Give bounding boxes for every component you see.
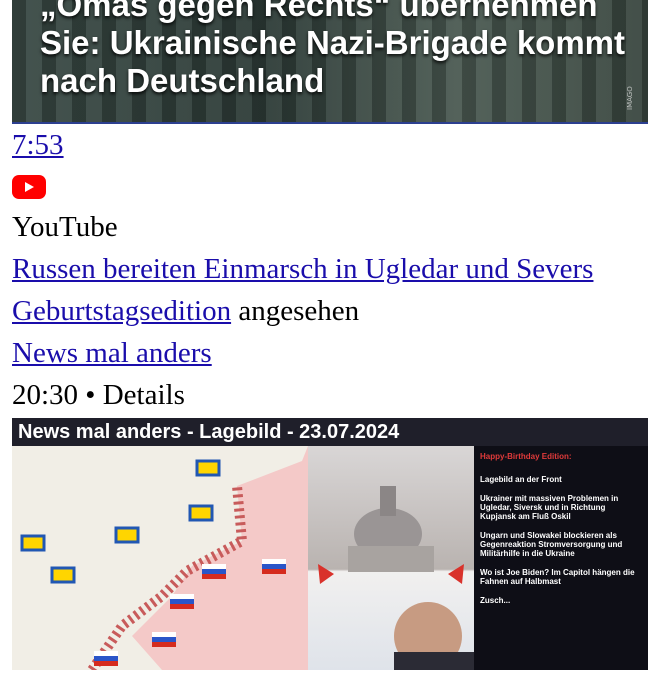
history-channel-link[interactable]: Geburtstagsedition: [12, 295, 231, 327]
next-item-meta: 20:30 • Details: [12, 379, 185, 411]
sidebar-point: Zusch...: [480, 596, 511, 605]
next-item-row: News mal anders: [12, 332, 648, 374]
thumbnail-title-bar: News mal anders - Lagebild - 23.07.2024: [12, 418, 648, 446]
platform-icon-row: [12, 166, 648, 206]
sidebar-header: Happy-Birthday Edition:: [480, 452, 572, 461]
video-duration-link[interactable]: 7:53: [12, 129, 64, 161]
sidebar-point: Wo ist Joe Biden? Im Capitol hängen die …: [480, 568, 635, 586]
thumbnail-headline: „Omas gegen Rechts“ übernehmen Sie: Ukra…: [40, 0, 626, 99]
video-thumbnail-bottom[interactable]: News mal anders - Lagebild - 23.07.2024: [12, 418, 648, 670]
front-map: [12, 446, 308, 670]
history-title-row: Russen bereiten Einmarsch in Ugledar und…: [12, 248, 648, 290]
sidebar-point: Ukrainer mit massiven Problemen in Ugled…: [480, 494, 619, 521]
sidebar-point: Lagebild an der Front: [480, 475, 562, 484]
history-video-link[interactable]: Russen bereiten Einmarsch in Ugledar und…: [12, 253, 593, 285]
capitol-photo: [308, 446, 474, 670]
platform-name: YouTube: [12, 211, 118, 243]
youtube-icon: [12, 174, 46, 199]
history-action-text: angesehen: [238, 295, 360, 327]
thumbnail-credit: IMAGO: [626, 86, 634, 110]
next-item-link[interactable]: News mal anders: [12, 337, 212, 369]
thumbnail-sidebar: Happy-Birthday Edition: Lagebild an der …: [474, 446, 648, 670]
page-content: „Omas gegen Rechts“ übernehmen Sie: Ukra…: [12, 0, 648, 670]
video-thumbnail-top[interactable]: „Omas gegen Rechts“ übernehmen Sie: Ukra…: [12, 0, 648, 124]
history-channel-row: Geburtstagsedition angesehen: [12, 290, 648, 332]
duration-row: 7:53: [12, 124, 648, 166]
sidebar-point: Ungarn und Slowakei blockieren als Gegen…: [480, 531, 623, 558]
